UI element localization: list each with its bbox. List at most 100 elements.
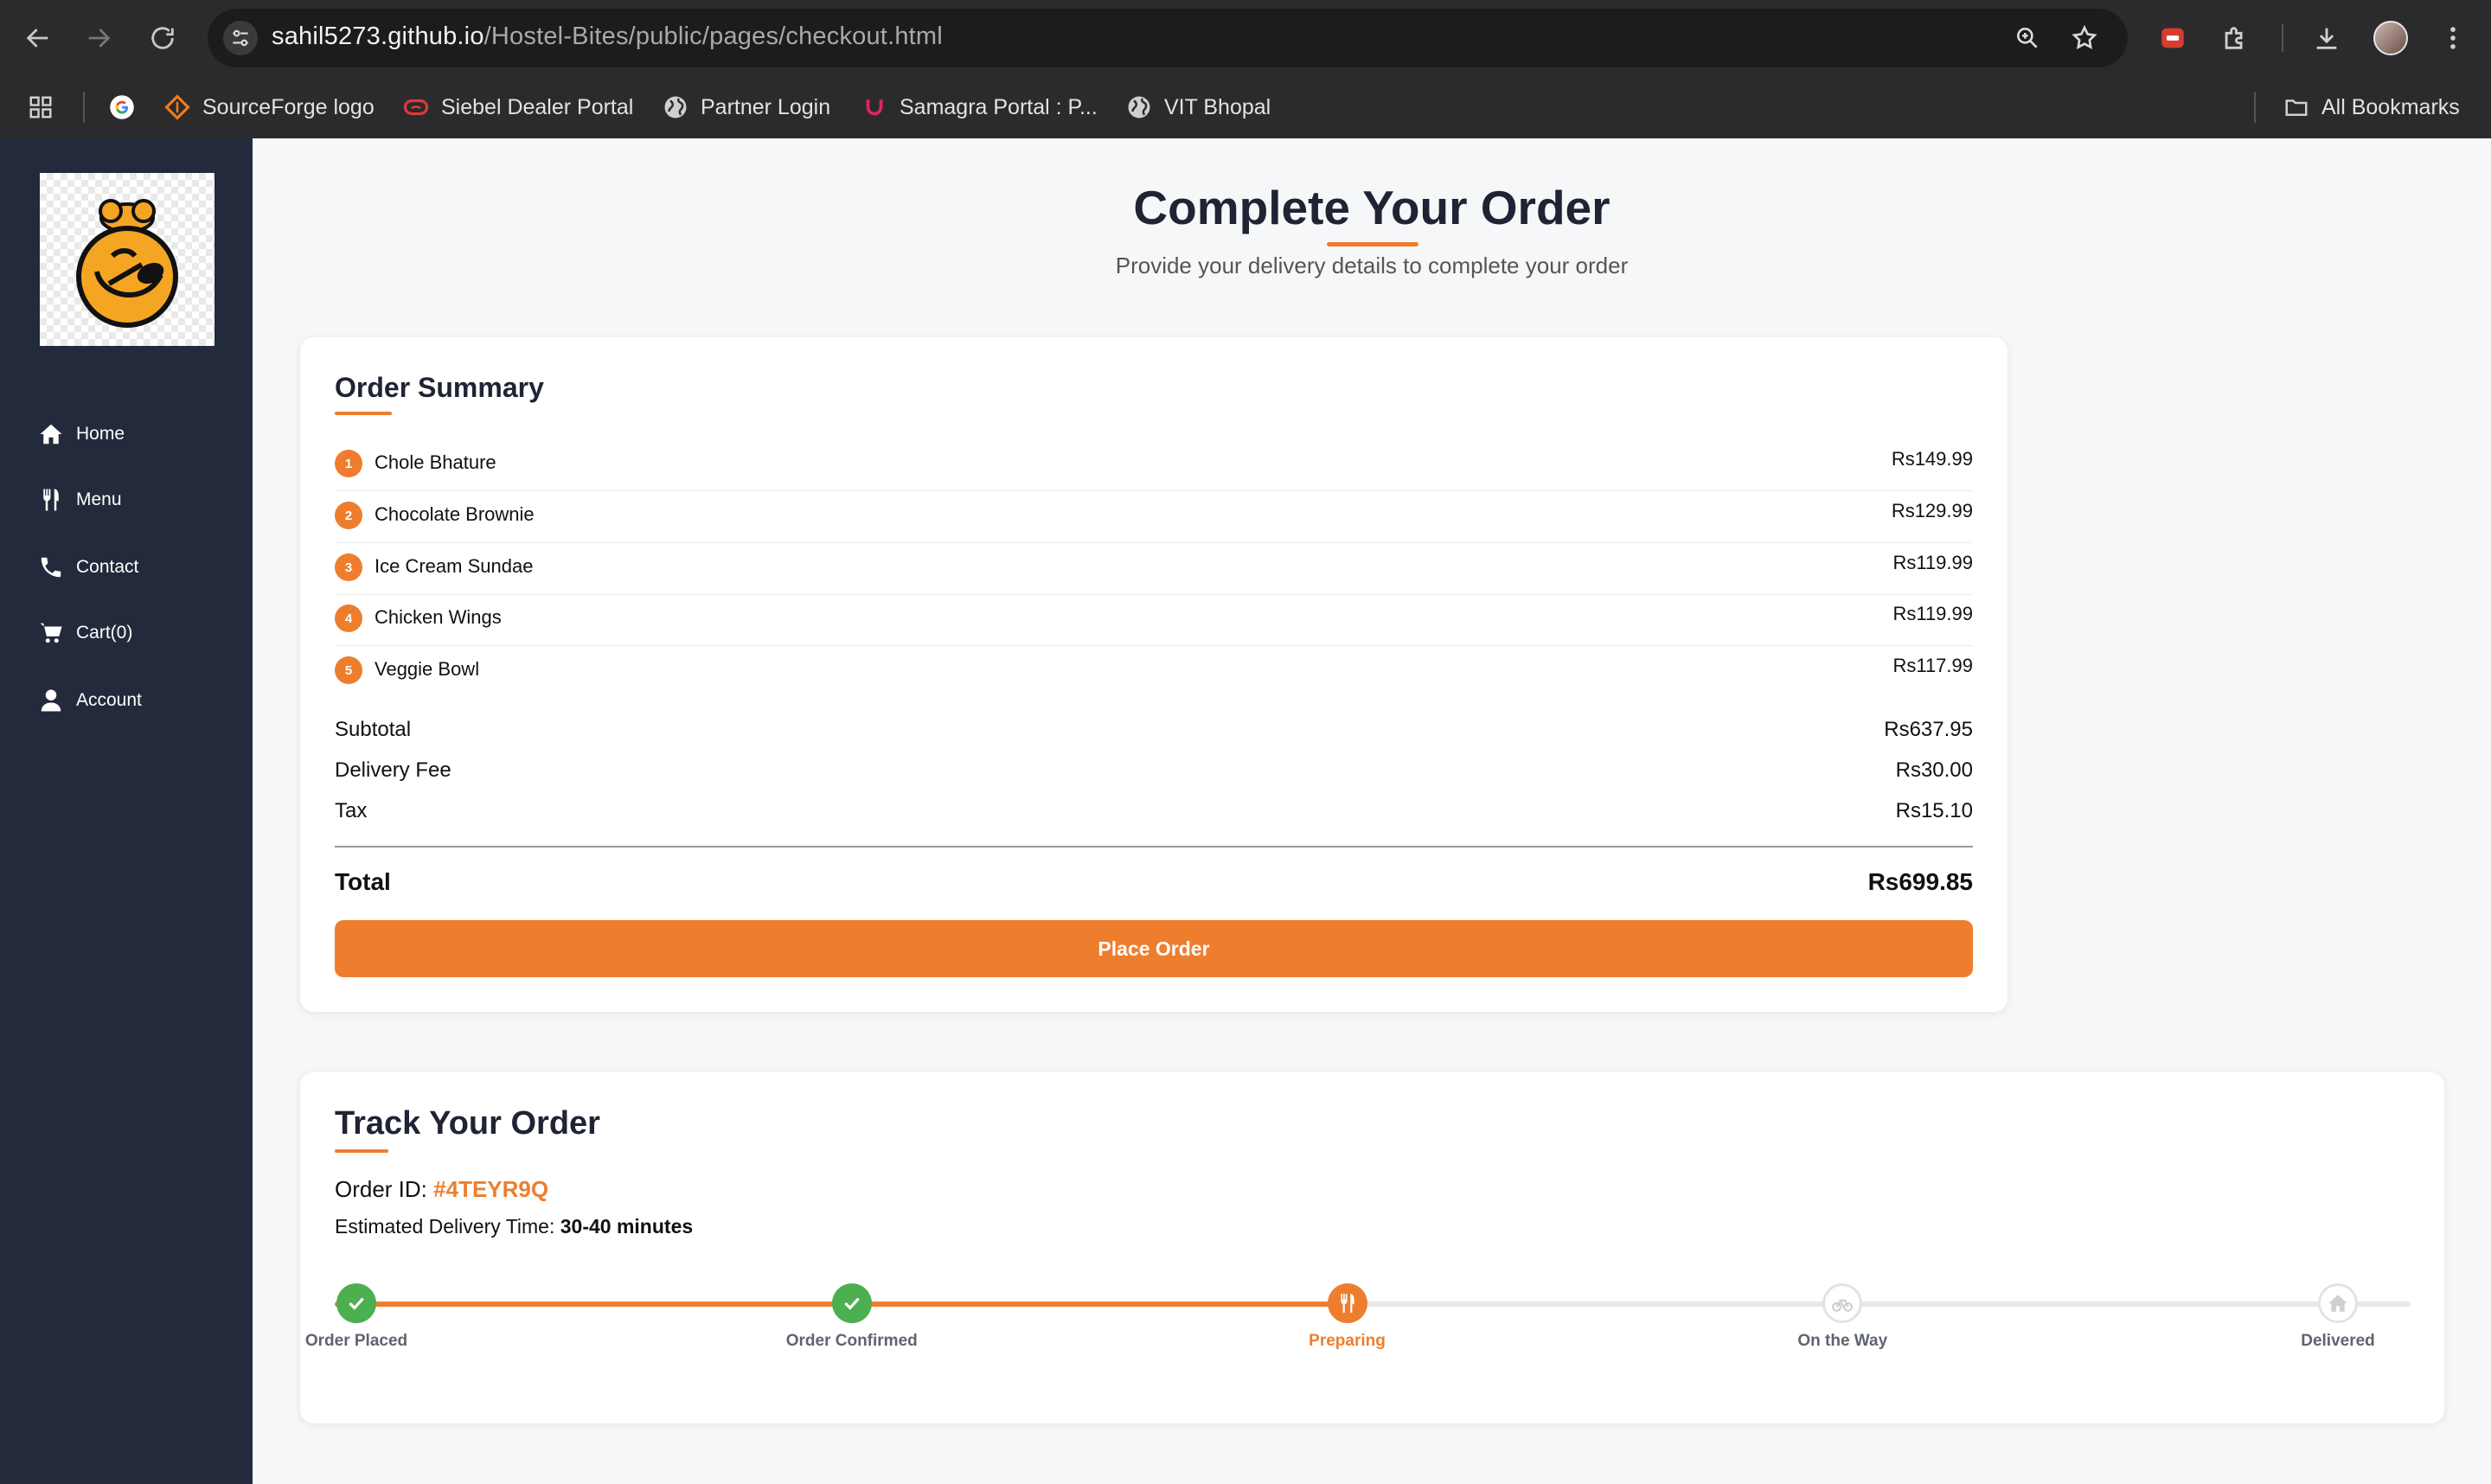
kebab-menu-icon bbox=[2450, 27, 2456, 49]
item-price: Rs119.99 bbox=[1892, 603, 1973, 624]
check-icon bbox=[349, 1297, 364, 1310]
zoom-button[interactable] bbox=[2012, 22, 2043, 54]
step-label: Order Confirmed bbox=[785, 1332, 918, 1350]
downloads-button[interactable] bbox=[2308, 19, 2346, 57]
step-preparing: Preparing bbox=[1261, 1283, 1434, 1351]
order-item-row: 5 Veggie Bowl Rs117.99 bbox=[335, 648, 1973, 698]
reload-button[interactable] bbox=[142, 17, 183, 59]
item-price: Rs129.99 bbox=[1891, 500, 1973, 521]
sidebar-item-cart[interactable]: Cart(0) bbox=[38, 616, 132, 650]
globe-icon bbox=[663, 94, 688, 120]
forward-button[interactable] bbox=[78, 17, 119, 59]
google-icon bbox=[109, 94, 135, 120]
address-bar[interactable]: sahil5273.github.io/Hostel-Bites/public/… bbox=[208, 9, 2128, 67]
check-icon bbox=[844, 1297, 860, 1310]
globe-icon bbox=[1126, 94, 1152, 120]
item-number-badge: 3 bbox=[335, 553, 362, 581]
step-on-the-way: On the Way bbox=[1756, 1283, 1929, 1351]
cart-icon bbox=[40, 623, 62, 643]
heading-underline bbox=[335, 1149, 388, 1153]
step-dot bbox=[1822, 1283, 1863, 1323]
sidebar-item-home[interactable]: Home bbox=[38, 417, 125, 451]
item-number-badge: 4 bbox=[335, 604, 362, 632]
place-order-button[interactable]: Place Order bbox=[335, 920, 1973, 977]
tax-row: Tax Rs15.10 bbox=[335, 799, 1973, 830]
apps-grid-icon bbox=[28, 94, 54, 120]
order-id-value: #4TEYR9Q bbox=[433, 1176, 549, 1202]
sidebar-item-label: Home bbox=[76, 424, 125, 444]
order-summary-card: Order Summary 1 Chole Bhature Rs149.99 2… bbox=[300, 337, 2008, 1012]
url-text: sahil5273.github.io/Hostel-Bites/public/… bbox=[272, 22, 943, 51]
profile-avatar[interactable] bbox=[2373, 21, 2408, 55]
total-row: Total Rs699.85 bbox=[335, 868, 1973, 896]
sidebar-item-label: Cart(0) bbox=[76, 623, 133, 643]
browser-toolbar: sahil5273.github.io/Hostel-Bites/public/… bbox=[0, 0, 2491, 76]
url-path: /Hostel-Bites/public/pages/checkout.html bbox=[483, 22, 943, 50]
bookmark-label: Samagra Portal : P... bbox=[900, 94, 1098, 119]
sidebar: Home Menu Contact Cart(0) Account bbox=[0, 138, 253, 1484]
step-label: Order Placed bbox=[304, 1332, 408, 1350]
sidebar-item-label: Account bbox=[76, 690, 142, 710]
reload-icon bbox=[151, 27, 174, 49]
order-item-row: 2 Chocolate Brownie Rs129.99 bbox=[335, 493, 1973, 543]
apps-button[interactable] bbox=[28, 92, 54, 123]
total-value: Rs699.85 bbox=[1867, 868, 1973, 895]
order-item-row: 4 Chicken Wings Rs119.99 bbox=[335, 596, 1973, 646]
home-icon bbox=[2328, 1295, 2347, 1312]
browser-chrome: sahil5273.github.io/Hostel-Bites/public/… bbox=[0, 0, 2491, 138]
eta-value: 30-40 minutes bbox=[560, 1215, 694, 1238]
back-button[interactable] bbox=[17, 17, 59, 59]
step-dot bbox=[2318, 1283, 2358, 1323]
bookmark-label: Siebel Dealer Portal bbox=[441, 94, 634, 119]
eta-label: Estimated Delivery Time: bbox=[335, 1215, 555, 1238]
item-number-badge: 1 bbox=[335, 450, 362, 477]
item-price: Rs149.99 bbox=[1891, 448, 1973, 470]
all-bookmarks-button[interactable]: All Bookmarks bbox=[2283, 92, 2460, 123]
step-dot bbox=[1327, 1283, 1367, 1323]
site-info-button[interactable] bbox=[223, 21, 258, 55]
sidebar-item-account[interactable]: Account bbox=[38, 683, 142, 718]
sidebar-item-label: Contact bbox=[76, 557, 139, 577]
bookmark-google[interactable] bbox=[109, 92, 135, 123]
bookmark-item-1[interactable]: SourceForge logo bbox=[164, 92, 375, 123]
siebel-icon bbox=[403, 94, 429, 120]
bookmark-label: SourceForge logo bbox=[202, 94, 375, 119]
item-name: Chicken Wings bbox=[375, 606, 502, 628]
bookmark-star-button[interactable] bbox=[2069, 22, 2100, 54]
step-dot bbox=[831, 1283, 872, 1323]
bookmark-item-4[interactable]: Samagra Portal : P... bbox=[861, 92, 1098, 123]
order-item-row: 3 Ice Cream Sundae Rs119.99 bbox=[335, 545, 1973, 595]
sidebar-item-label: Menu bbox=[76, 489, 122, 509]
magnet-icon bbox=[861, 94, 887, 120]
order-summary-heading: Order Summary bbox=[335, 372, 544, 403]
user-icon bbox=[41, 689, 61, 712]
item-name: Chocolate Brownie bbox=[375, 503, 535, 525]
bookmarks-separator bbox=[83, 92, 85, 123]
bookmark-item-5[interactable]: VIT Bhopal bbox=[1126, 92, 1271, 123]
heading-underline bbox=[335, 412, 392, 415]
zoom-icon bbox=[2017, 27, 2038, 48]
step-label: Preparing bbox=[1309, 1332, 1386, 1350]
bookmark-label: Partner Login bbox=[701, 94, 831, 119]
extensions-button[interactable] bbox=[2216, 19, 2254, 57]
sidebar-item-contact[interactable]: Contact bbox=[38, 550, 138, 585]
toolbar-separator bbox=[2282, 24, 2283, 52]
bookmark-item-3[interactable]: Partner Login bbox=[663, 92, 830, 123]
extension-red-button[interactable] bbox=[2154, 19, 2192, 57]
delivery-fee-value: Rs30.00 bbox=[1895, 758, 1973, 782]
order-item-row: 1 Chole Bhature Rs149.99 bbox=[335, 441, 1973, 491]
bookmark-item-2[interactable]: Siebel Dealer Portal bbox=[403, 92, 633, 123]
item-name: Chole Bhature bbox=[375, 451, 496, 473]
sidebar-item-menu[interactable]: Menu bbox=[38, 483, 122, 517]
phone-icon bbox=[41, 557, 61, 578]
site-logo[interactable] bbox=[40, 173, 215, 346]
tune-icon bbox=[233, 29, 248, 47]
arrow-left-icon bbox=[26, 29, 48, 48]
chef-logo-icon bbox=[76, 199, 178, 328]
order-id-label: Order ID: bbox=[335, 1176, 427, 1202]
item-name: Veggie Bowl bbox=[375, 658, 480, 680]
browser-menu-button[interactable] bbox=[2434, 19, 2472, 57]
bookmark-label: VIT Bhopal bbox=[1164, 94, 1271, 119]
subtotal-row: Subtotal Rs637.95 bbox=[335, 718, 1973, 749]
step-order-confirmed: Order Confirmed bbox=[765, 1283, 938, 1351]
